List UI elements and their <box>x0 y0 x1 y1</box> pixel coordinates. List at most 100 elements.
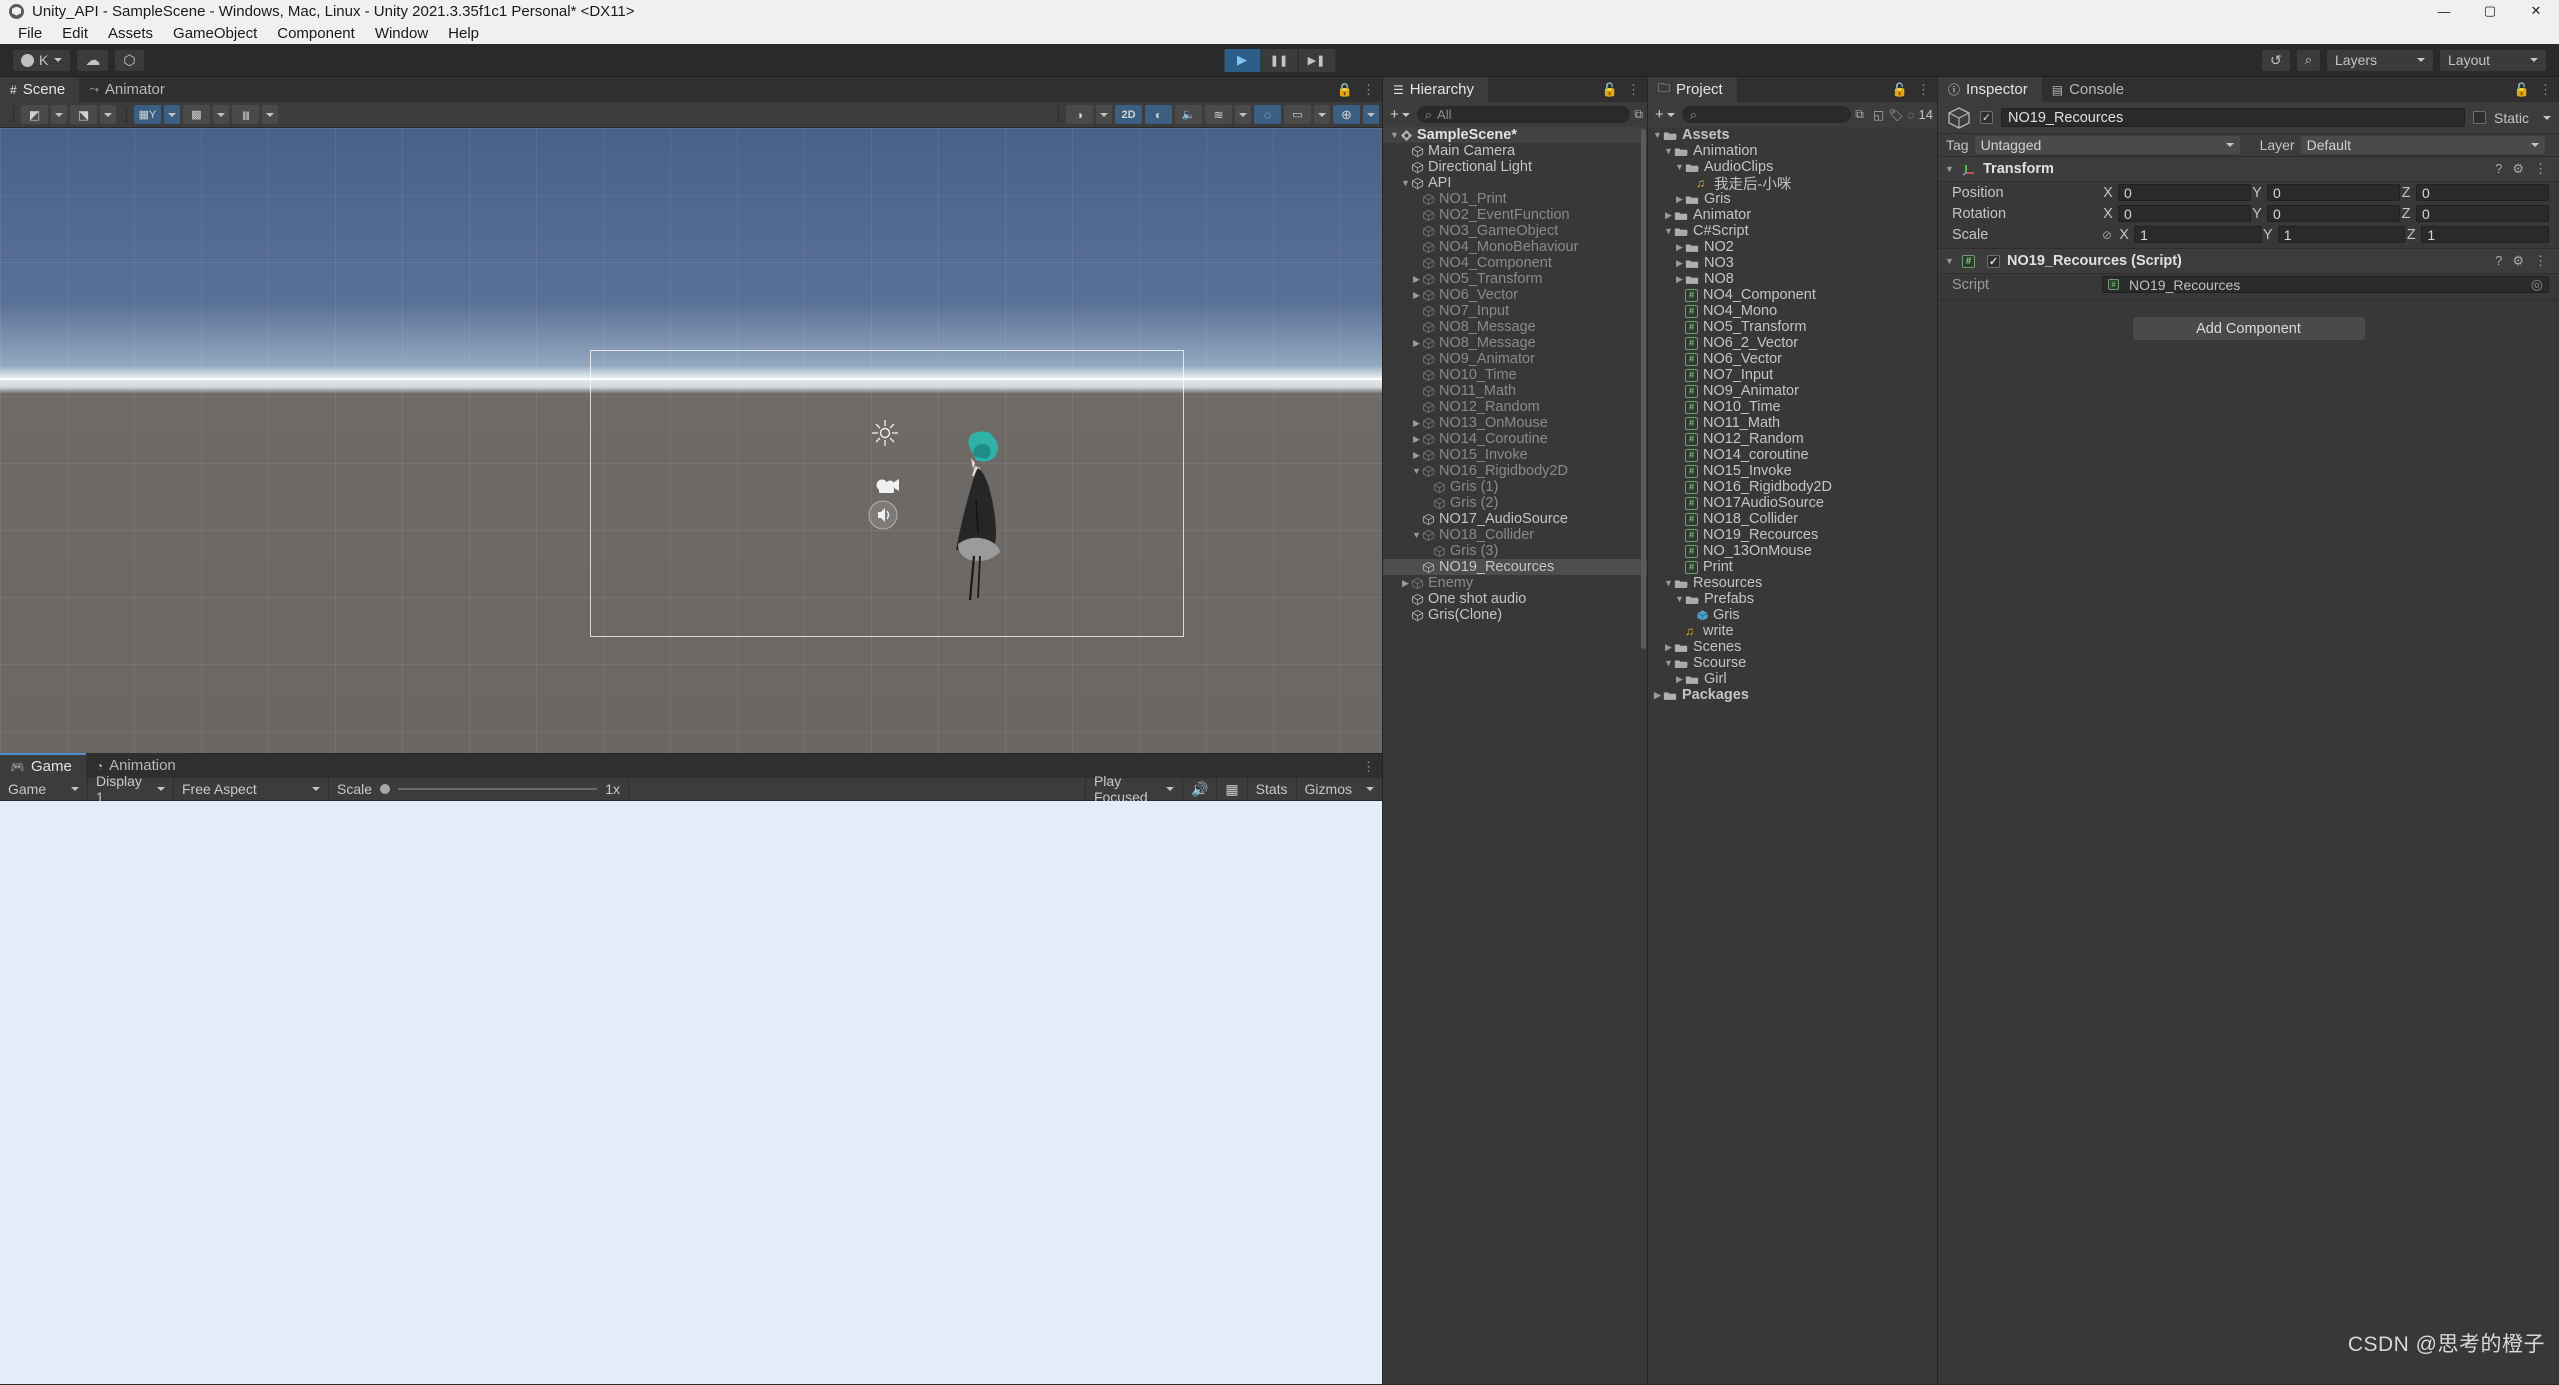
expand-arrow-icon[interactable]: ▼ <box>1400 178 1411 188</box>
lock-icon[interactable]: 🔒 <box>1337 82 1353 98</box>
axis-x-field[interactable]: X0 <box>2102 184 2251 201</box>
scene-view[interactable] <box>0 128 1382 753</box>
hierarchy-item[interactable]: ▼ NO18_Collider <box>1383 527 1647 543</box>
axis-x-field[interactable]: X0 <box>2102 205 2251 222</box>
grid-visibility-button[interactable]: ▦Y <box>134 105 161 124</box>
hierarchy-item[interactable]: ▶ NO5_Transform <box>1383 271 1647 287</box>
hierarchy-item[interactable]: ▶ NO13_OnMouse <box>1383 415 1647 431</box>
static-checkbox[interactable] <box>2472 111 2486 124</box>
grid-snapping-button[interactable]: ▩ <box>183 105 210 124</box>
play-button[interactable]: ▶ <box>1224 48 1261 72</box>
hierarchy-item[interactable]: NO17_AudioSource <box>1383 511 1647 527</box>
camera-dropdown[interactable] <box>1314 105 1330 124</box>
project-item[interactable]: ▼ Prefabs <box>1648 591 1937 607</box>
expand-arrow-icon[interactable]: ▶ <box>1663 642 1674 653</box>
project-item[interactable]: # Print <box>1648 559 1937 575</box>
project-item[interactable]: # NO9_Animator <box>1648 383 1937 399</box>
shaded-mode-button[interactable]: ◑ <box>1066 105 1093 124</box>
hierarchy-item[interactable]: Gris(Clone) <box>1383 607 1647 623</box>
menu-item-help[interactable]: Help <box>438 23 489 44</box>
script-component-header[interactable]: ▼ # ✓ NO19_Recources (Script) ? ⚙ ⋮ <box>1938 248 2559 274</box>
hierarchy-item[interactable]: One shot audio <box>1383 591 1647 607</box>
hierarchy-item[interactable]: Gris (1) <box>1383 479 1647 495</box>
axis-z-input[interactable]: 1 <box>2421 226 2549 243</box>
tab-animator[interactable]: ⤳ Animator <box>79 77 179 102</box>
slider-track[interactable] <box>398 788 598 790</box>
undo-history-button[interactable]: ↺ <box>2260 48 2291 72</box>
project-item[interactable]: # NO15_Invoke <box>1648 463 1937 479</box>
game-scale-slider[interactable]: Scale 1x <box>329 777 629 801</box>
scene-visibility-button[interactable]: ◌ <box>1254 105 1281 124</box>
hierarchy-item[interactable]: ▶ NO15_Invoke <box>1383 447 1647 463</box>
axis-x-field[interactable]: X1 <box>2118 226 2262 243</box>
hierarchy-item[interactable]: NO9_Animator <box>1383 351 1647 367</box>
add-component-button[interactable]: Add Component <box>2132 317 2365 340</box>
camera-settings-button[interactable]: ▭ <box>1284 105 1311 124</box>
component-actions[interactable]: ? ⚙ ⋮ <box>2495 161 2553 177</box>
project-item[interactable]: # NO11_Math <box>1648 415 1937 431</box>
project-item[interactable]: ▶ Animator <box>1648 207 1937 223</box>
hierarchy-item[interactable]: NO7_Input <box>1383 303 1647 319</box>
project-tree[interactable]: ▼ Assets ▼ Animation ▼ AudioClips ♫ 我走后-小咪 ▶ Gris… <box>1648 127 1937 1384</box>
scene-lighting-button[interactable]: ◐ <box>1145 105 1172 124</box>
slider-handle[interactable] <box>380 784 391 794</box>
menu-item-window[interactable]: Window <box>365 23 438 44</box>
expand-arrow-icon[interactable]: ▶ <box>1411 434 1422 445</box>
help-icon[interactable]: ? <box>2495 161 2502 177</box>
hierarchy-item[interactable]: ▼ API <box>1383 175 1647 191</box>
hierarchy-tab-menu[interactable]: 🔓 ⋮ <box>1602 82 1640 98</box>
hierarchy-item[interactable]: ▼ SampleScene* <box>1383 127 1647 143</box>
expand-arrow-icon[interactable]: ▶ <box>1663 210 1674 221</box>
project-item[interactable]: ▶ Packages <box>1648 687 1937 703</box>
project-item[interactable]: ▶ Gris <box>1648 191 1937 207</box>
hierarchy-search-input[interactable]: ⌕ All <box>1416 106 1631 123</box>
shading-mode-button[interactable]: ⬔ <box>70 105 97 124</box>
menu-bar[interactable]: File Edit Assets GameObject Component Window H… <box>0 22 2559 44</box>
expand-arrow-icon[interactable]: ▶ <box>1674 274 1685 285</box>
window-controls[interactable]: — ▢ ✕ <box>2421 0 2559 22</box>
axis-y-field[interactable]: Y0 <box>2251 184 2400 201</box>
preset-icon[interactable]: ⚙ <box>2512 161 2524 177</box>
shaded-dropdown[interactable] <box>1096 105 1112 124</box>
game-display-dropdown[interactable]: Display 1 <box>88 773 174 805</box>
fx-dropdown[interactable] <box>1235 105 1251 124</box>
tab-inspector[interactable]: ⓘ Inspector <box>1938 77 2042 102</box>
project-add-button[interactable]: + <box>1652 106 1678 123</box>
game-mute-button[interactable]: 🔊 <box>1183 777 1218 801</box>
expand-arrow-icon[interactable]: ▼ <box>1389 130 1400 140</box>
tag-dropdown[interactable]: Untagged <box>1974 136 2240 154</box>
project-item[interactable]: # NO_13OnMouse <box>1648 543 1937 559</box>
draw-mode-dropdown[interactable] <box>51 105 67 124</box>
inspector-tab-menu[interactable]: 🔓 ⋮ <box>2514 82 2552 98</box>
scene-audio-button[interactable]: 🔈 <box>1175 105 1202 124</box>
project-item[interactable]: # NO10_Time <box>1648 399 1937 415</box>
tab-project[interactable]: 🗀 Project <box>1648 77 1737 102</box>
hierarchy-item[interactable]: NO4_Component <box>1383 255 1647 271</box>
project-item[interactable]: # NO18_Collider <box>1648 511 1937 527</box>
project-item[interactable]: # NO5_Transform <box>1648 319 1937 335</box>
project-item[interactable]: # NO6_Vector <box>1648 351 1937 367</box>
menu-item-assets[interactable]: Assets <box>98 23 163 44</box>
hierarchy-item[interactable]: NO1_Print <box>1383 191 1647 207</box>
grid-snapping-dropdown[interactable] <box>213 105 229 124</box>
axis-x-input[interactable]: 0 <box>2118 205 2251 222</box>
hierarchy-item[interactable]: NO3_GameObject <box>1383 223 1647 239</box>
tab-game[interactable]: 🎮 Game <box>0 753 86 778</box>
axis-y-input[interactable]: 0 <box>2267 184 2400 201</box>
project-item[interactable]: Gris <box>1648 607 1937 623</box>
hierarchy-item[interactable]: ▶ NO6_Vector <box>1383 287 1647 303</box>
draw-mode-button[interactable]: ◩ <box>21 105 48 124</box>
gizmos-dropdown[interactable] <box>1363 105 1379 124</box>
fx-button[interactable]: ≋ <box>1205 105 1232 124</box>
hidden-eye-icon[interactable]: ◌ <box>1907 108 1914 122</box>
project-item[interactable]: # NO16_Rigidbody2D <box>1648 479 1937 495</box>
tab-scene[interactable]: # Scene <box>0 77 80 102</box>
axis-y-field[interactable]: Y0 <box>2251 205 2400 222</box>
game-tab-menu[interactable]: ⋮ <box>1362 759 1375 775</box>
project-item[interactable]: ♫ write <box>1648 623 1937 639</box>
hierarchy-scrollbar[interactable] <box>1641 129 1646 649</box>
expand-arrow-icon[interactable]: ▼ <box>1663 146 1674 156</box>
object-enabled-checkbox[interactable]: ✓ <box>1980 111 1993 124</box>
hierarchy-item[interactable]: NO12_Random <box>1383 399 1647 415</box>
menu-item-edit[interactable]: Edit <box>52 23 98 44</box>
